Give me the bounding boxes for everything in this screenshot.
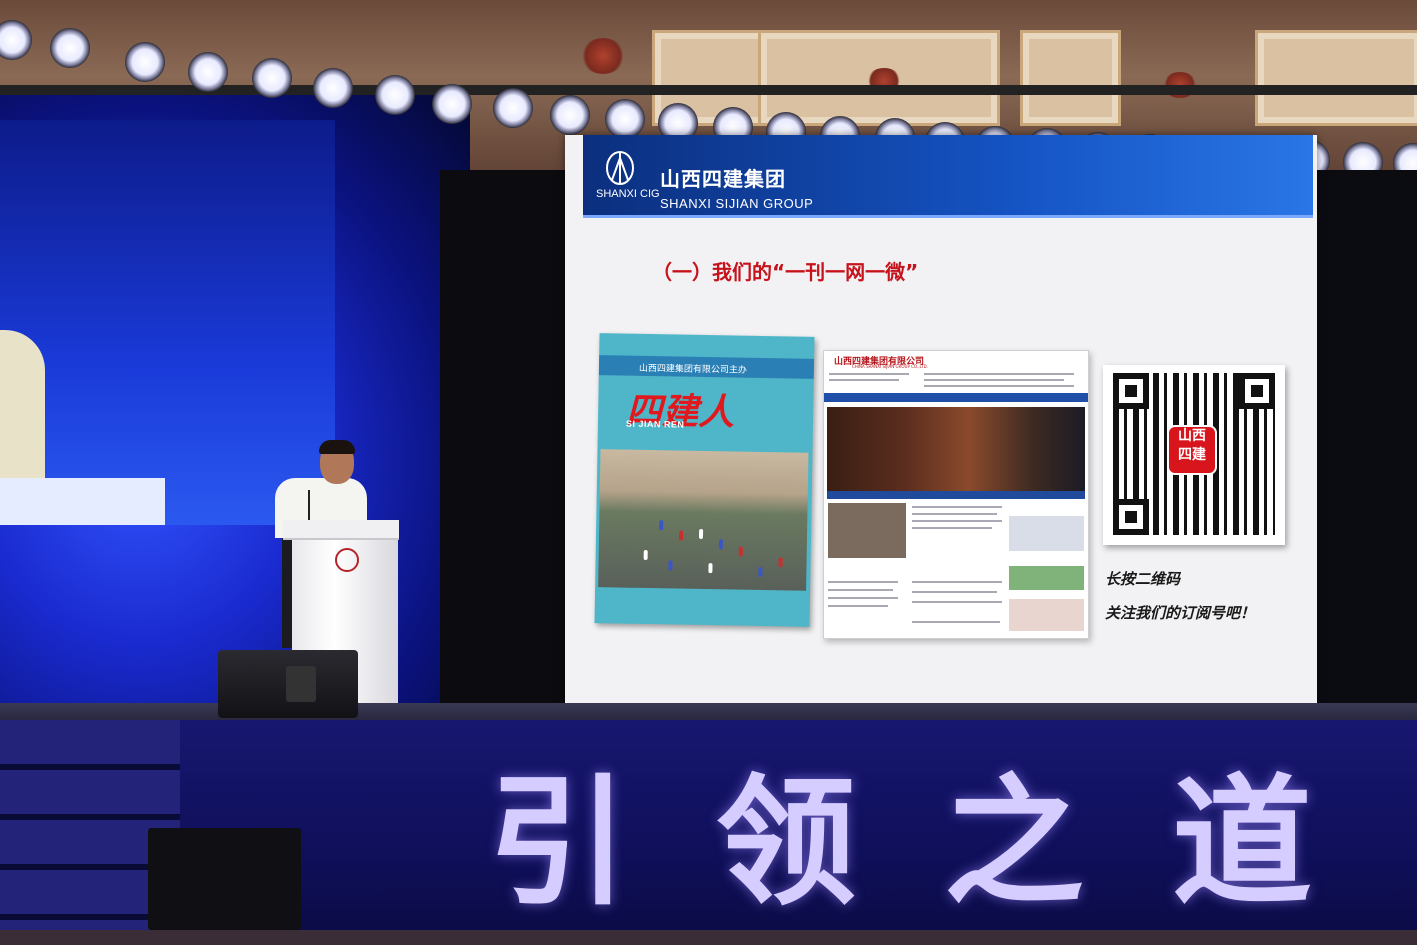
performer — [698, 528, 704, 539]
floor-speaker — [148, 828, 301, 930]
brand-abbreviation: SHANXI CIG — [596, 188, 660, 200]
magazine-publisher: 山西四建集团有限公司主办 — [638, 363, 748, 376]
performer — [708, 563, 713, 574]
stage-light — [313, 68, 353, 108]
monitor-grill — [286, 666, 316, 702]
website-text-line — [912, 506, 1002, 508]
podium-top — [283, 520, 399, 540]
brand-name-chinese: 山西四建集团 — [660, 167, 786, 191]
qr-code: 山西 四建 — [1103, 365, 1285, 545]
website-text-line — [828, 589, 893, 591]
qr-finder — [1113, 499, 1149, 535]
website-text-line — [828, 605, 888, 607]
speaker-hair — [319, 440, 355, 454]
microphone — [308, 490, 310, 520]
stage-light — [252, 58, 292, 98]
magazine-subtitle: SI JIAN REN — [625, 418, 685, 430]
wall-panel — [1255, 30, 1417, 126]
performer — [738, 546, 743, 557]
website-logo-english: CHINA SHANXI SIJIAN GROUP CO.,LTD. — [852, 364, 928, 369]
stage-light — [493, 88, 533, 128]
rosette-ornament — [580, 38, 626, 74]
brand-name-english: SHANXI SIJIAN GROUP — [660, 196, 814, 211]
stage-slogan: 引领之道 — [488, 762, 1401, 925]
website-text-line — [924, 385, 1074, 387]
website-text-line — [912, 601, 1002, 603]
qr-center-badge: 山西 四建 — [1167, 425, 1217, 475]
led-portrait — [0, 120, 335, 525]
stage-side-dark — [1317, 180, 1417, 725]
performer — [758, 566, 763, 578]
stage-light — [375, 75, 415, 115]
floor-carpet — [0, 930, 1417, 945]
stage-light — [605, 99, 645, 139]
qr-caption-line2: 关注我们的订阅号吧！ — [1105, 604, 1256, 622]
led-portrait-figure — [0, 330, 45, 480]
website-text-line — [912, 520, 1002, 522]
website-news-banner — [827, 491, 1085, 499]
stage-light — [125, 42, 165, 82]
website-text-line — [912, 527, 992, 529]
website-text-line — [829, 379, 899, 381]
website-text-line — [828, 581, 898, 583]
website-side-banner — [1009, 566, 1084, 590]
website-text-line — [912, 513, 997, 515]
website-text-line — [829, 373, 909, 375]
performer — [643, 549, 648, 561]
stage-light — [550, 95, 590, 135]
website-hero-photo — [827, 407, 1085, 491]
performer — [778, 557, 783, 568]
magazine-cover-photo — [598, 449, 809, 591]
performer — [659, 520, 664, 531]
website-text-line — [912, 591, 997, 593]
performer — [668, 560, 673, 571]
stage-light — [50, 28, 90, 68]
website-news-photo — [828, 503, 906, 558]
website-side-banner — [1009, 516, 1084, 551]
podium-logo-icon — [335, 548, 359, 572]
led-white-strip — [0, 478, 165, 525]
website-text-line — [912, 621, 1000, 623]
qr-caption-line1: 长按二维码 — [1105, 570, 1181, 588]
qr-finder — [1239, 373, 1275, 409]
wall-panel — [1020, 30, 1121, 126]
performer — [678, 530, 684, 541]
website-text-line — [912, 581, 1002, 583]
performer — [718, 539, 723, 550]
company-logo-icon — [606, 151, 634, 185]
website-screenshot: 山西四建集团有限公司 CHINA SHANXI SIJIAN GROUP CO.… — [823, 350, 1089, 639]
website-text-line — [828, 597, 898, 599]
slide-heading: （一）我们的“一刊一网一微” — [652, 260, 919, 284]
website-side-banner — [1009, 599, 1084, 631]
website-text-line — [924, 373, 1074, 375]
stage-light — [432, 84, 472, 124]
website-nav-bar — [824, 393, 1088, 402]
magazine-cover: 山西四建集团有限公司主办 四建人 SI JIAN REN — [594, 333, 815, 627]
stage-light — [188, 52, 228, 92]
qr-finder — [1113, 373, 1149, 409]
website-text-line — [924, 379, 1064, 381]
